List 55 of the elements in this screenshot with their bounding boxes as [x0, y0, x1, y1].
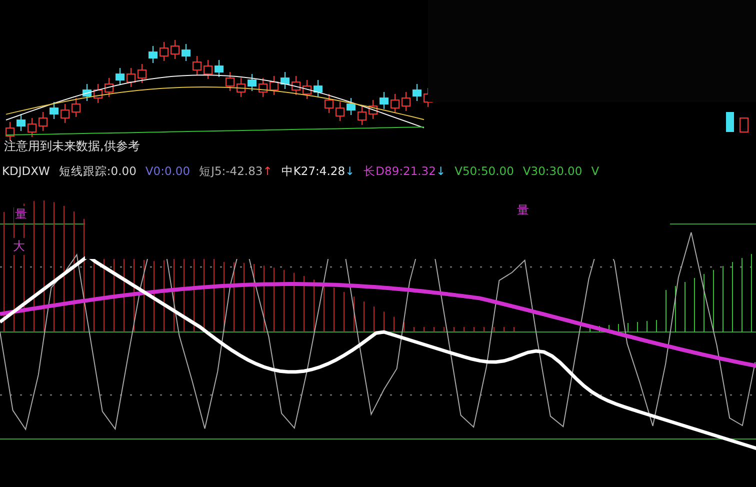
candlestick: [226, 72, 234, 92]
indicator-value: V: [591, 164, 600, 178]
indicator-value: 中K27:4.28: [281, 164, 346, 178]
indicator-value: 短线跟踪:0.00: [58, 164, 136, 178]
indicator-value: 短J5:-42.83: [199, 164, 263, 178]
candlestick: [336, 102, 344, 122]
candlestick: [104, 78, 114, 98]
candlestick: [258, 78, 268, 98]
candlestick: [38, 112, 48, 132]
candlestick: [292, 76, 300, 96]
candlestick: [138, 64, 146, 84]
candlestick: [270, 76, 278, 96]
candlestick: [740, 118, 748, 132]
indicator-value: 长D89:21.32: [364, 164, 436, 178]
candlestick: [726, 112, 734, 132]
candlestick: [94, 84, 102, 104]
candlestick: [324, 94, 334, 114]
candlestick: [60, 104, 70, 124]
candlestick: [148, 46, 158, 64]
candlestick: [390, 94, 400, 114]
candlestick: [346, 98, 356, 116]
trend-arrow: ↓: [345, 164, 355, 178]
candlestick: [126, 68, 136, 88]
trend-arrow: ↓: [436, 164, 446, 178]
indicator-name: KDJDXW: [2, 164, 50, 178]
candlestick: [160, 42, 168, 62]
candlestick: [412, 84, 422, 102]
candlestick: [16, 114, 26, 132]
candlestick: [402, 92, 410, 112]
candlestick: [302, 80, 312, 100]
candlestick: [204, 60, 212, 80]
candlestick: [28, 118, 36, 138]
candlestick: [50, 102, 58, 120]
candlestick: [116, 68, 124, 86]
panel-label: 大: [12, 238, 26, 255]
trend-arrow: ↑: [262, 164, 272, 178]
indicator-value: V30:30.00: [522, 164, 582, 178]
candlestick: [72, 98, 80, 118]
warning-text: 注意用到未来数据,供参考: [4, 138, 140, 155]
candlestick: [192, 56, 202, 76]
candlestick: [170, 40, 180, 60]
candlestick: [6, 122, 14, 142]
candlestick: [82, 84, 92, 102]
candlestick: [358, 106, 366, 126]
panel-label: 量: [14, 206, 28, 223]
candlestick: [314, 80, 322, 98]
indicator-value: V50:50.00: [454, 164, 514, 178]
candlestick: [236, 78, 246, 98]
candlestick: [248, 74, 256, 92]
candlestick: [280, 72, 290, 90]
candlestick: [380, 92, 388, 110]
indicator-value: V0:0.00: [145, 164, 190, 178]
candlestick: [368, 100, 378, 120]
candlestick: [182, 44, 190, 62]
candlestick: [214, 60, 224, 78]
